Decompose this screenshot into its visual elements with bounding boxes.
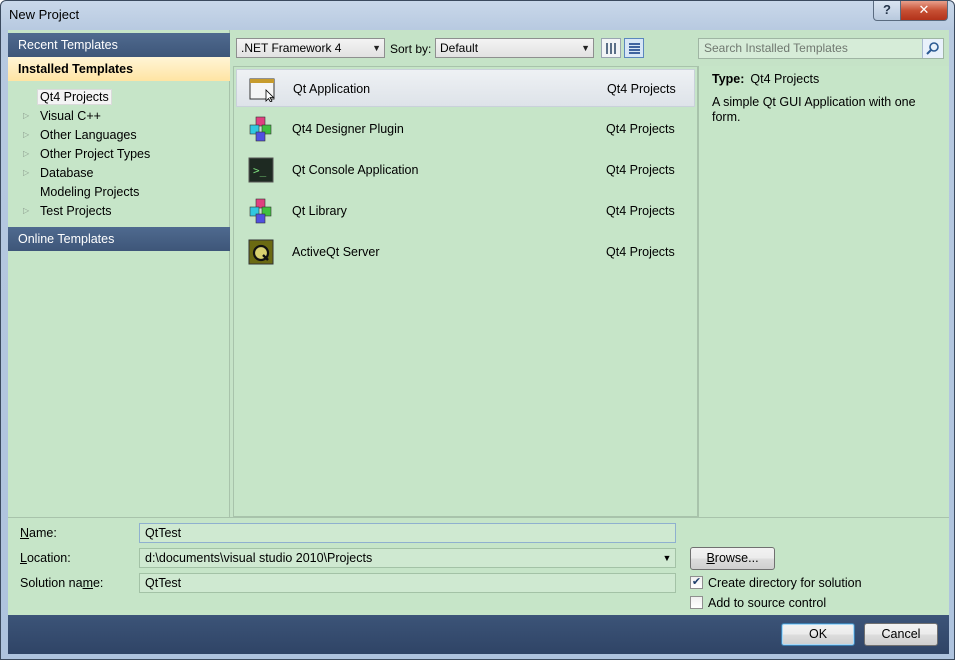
framework-value: .NET Framework 4 (241, 41, 342, 55)
search-icon (926, 42, 939, 55)
tree-item-label: Visual C++ (40, 109, 101, 123)
tree-item-qt4-projects[interactable]: Qt4 Projects (23, 88, 112, 106)
dialog-client: Recent Templates Installed Templates Qt4… (8, 30, 949, 654)
add-to-source-control-checkbox[interactable]: Add to source control (690, 596, 826, 612)
template-category: Qt4 Projects (606, 204, 675, 218)
project-settings-form: Name: QtTest Location: d:\documents\visu… (8, 517, 949, 615)
sort-by-select[interactable]: Default ▼ (435, 38, 594, 58)
expand-arrow-icon[interactable]: ▷ (23, 107, 33, 125)
tree-item-label: Modeling Projects (40, 185, 140, 199)
details-view-icon (629, 43, 640, 54)
svg-text:>_: >_ (253, 164, 267, 177)
empty-checkbox-icon (690, 596, 703, 609)
tree-item-label: Other Project Types (40, 147, 151, 161)
browse-button[interactable]: Browse... (690, 547, 775, 570)
location-combobox[interactable]: d:\documents\visual studio 2010\Projects… (139, 548, 676, 568)
installed-templates-header[interactable]: Installed Templates (8, 57, 230, 81)
expand-arrow-icon[interactable]: ▷ (23, 202, 33, 220)
solution-name-label: Solution name: (20, 576, 104, 590)
type-value: Qt4 Projects (750, 72, 820, 86)
source-control-label: Add to source control (708, 596, 827, 610)
tree-item-visual-cpp[interactable]: ▷ Visual C++ (23, 107, 104, 125)
sort-by-value: Default (440, 41, 479, 55)
template-details-pane: Type: Qt4 Projects A simple Qt GUI Applic… (698, 66, 949, 517)
template-categories-panel: Recent Templates Installed Templates Qt4… (8, 30, 230, 517)
small-icons-view-icon (606, 43, 617, 54)
tree-item-database[interactable]: ▷ Database (23, 164, 97, 182)
framework-select[interactable]: .NET Framework 4 ▼ (236, 38, 385, 58)
tree-item-modeling-projects[interactable]: Modeling Projects (23, 183, 142, 201)
name-label: Name: (20, 526, 57, 540)
checkmark-icon: ✔ (690, 576, 703, 589)
search-input[interactable]: Search Installed Templates (704, 41, 848, 55)
location-value: d:\documents\visual studio 2010\Projects (145, 551, 373, 565)
tree-item-label: Other Languages (40, 128, 137, 142)
dialog-footer: OK Cancel (8, 615, 949, 654)
template-category: Qt4 Projects (607, 82, 676, 96)
close-button[interactable]: ✕ (900, 1, 948, 21)
recent-templates-header[interactable]: Recent Templates (8, 33, 230, 57)
template-item-qt-console-application[interactable]: >_ Qt Console Application Qt4 Projects (236, 151, 695, 189)
template-name: ActiveQt Server (292, 245, 380, 259)
cancel-button[interactable]: Cancel (864, 623, 938, 646)
tree-item-test-projects[interactable]: ▷ Test Projects (23, 202, 115, 220)
tree-item-label: Test Projects (40, 204, 112, 218)
template-list: Qt Application Qt4 Projects Qt4 Designer… (233, 66, 698, 517)
template-description: A simple Qt GUI Application with one for… (712, 95, 916, 124)
tree-item-label: Database (40, 166, 94, 180)
template-name: Qt Application (293, 82, 371, 96)
type-label: Type: (712, 72, 745, 86)
activeqt-icon (248, 239, 274, 265)
solution-name-field[interactable]: QtTest (139, 573, 676, 593)
template-item-activeqt-server[interactable]: ActiveQt Server Qt4 Projects (236, 233, 695, 271)
new-project-window: New Project ? ✕ Recent Templates Install… (0, 0, 955, 660)
sort-by-label: Sort by: (390, 42, 432, 56)
cubes-icon (249, 116, 272, 142)
template-name: Qt Console Application (292, 163, 419, 177)
template-name: Qt4 Designer Plugin (292, 122, 404, 136)
title-bar: New Project ? ✕ (1, 1, 954, 29)
chevron-down-icon[interactable]: ▼ (659, 549, 675, 567)
expand-arrow-icon[interactable]: ▷ (23, 164, 33, 182)
window-icon (249, 78, 275, 102)
template-category: Qt4 Projects (606, 245, 675, 259)
small-icons-view-button[interactable] (601, 38, 621, 58)
chevron-down-icon: ▼ (581, 43, 590, 53)
online-templates-header[interactable]: Online Templates (8, 227, 230, 251)
template-category: Qt4 Projects (606, 122, 675, 136)
tree-item-other-languages[interactable]: ▷ Other Languages (23, 126, 140, 144)
details-view-button[interactable] (624, 38, 644, 58)
location-label: Location: (20, 551, 71, 565)
create-directory-label: Create directory for solution (708, 576, 862, 590)
template-name: Qt Library (292, 204, 347, 218)
name-value: QtTest (145, 526, 182, 540)
template-category: Qt4 Projects (606, 163, 675, 177)
search-templates-box[interactable]: Search Installed Templates (698, 38, 944, 59)
expand-arrow-icon[interactable]: ▷ (23, 145, 33, 163)
template-item-qt4-designer-plugin[interactable]: Qt4 Designer Plugin Qt4 Projects (236, 110, 695, 148)
search-button[interactable] (922, 39, 943, 58)
window-title: New Project (9, 7, 80, 22)
template-type: Type: Qt4 Projects (712, 72, 819, 86)
template-item-qt-application[interactable]: Qt Application Qt4 Projects (236, 69, 695, 107)
solution-name-value: QtTest (145, 576, 182, 590)
tree-item-label: Qt4 Projects (37, 89, 112, 105)
template-item-qt-library[interactable]: Qt Library Qt4 Projects (236, 192, 695, 230)
chevron-down-icon: ▼ (372, 43, 381, 53)
tree-item-other-project-types[interactable]: ▷ Other Project Types (23, 145, 153, 163)
cubes-icon (249, 198, 272, 224)
help-button[interactable]: ? (873, 1, 901, 21)
ok-button[interactable]: OK (781, 623, 855, 646)
expand-arrow-icon[interactable]: ▷ (23, 126, 33, 144)
name-field[interactable]: QtTest (139, 523, 676, 543)
console-icon: >_ (248, 157, 274, 183)
create-directory-checkbox[interactable]: ✔ Create directory for solution (690, 576, 862, 592)
